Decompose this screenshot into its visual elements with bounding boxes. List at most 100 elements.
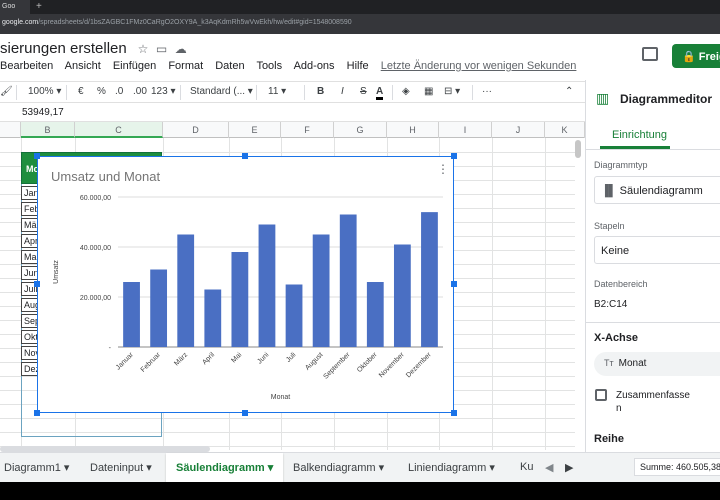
bold-button[interactable]: B: [317, 86, 324, 97]
aggregate-label: Zusammenfasse n: [616, 390, 690, 414]
resize-handle-tr[interactable]: [451, 153, 457, 159]
chart-menu-icon: ⋮: [437, 162, 449, 176]
comment-icon[interactable]: [642, 47, 658, 61]
chart-editor-icon: ▥: [596, 90, 610, 106]
x-tick-label: Mai: [230, 351, 243, 364]
y-tick-label: 20.000,00: [80, 295, 111, 302]
column-header-c[interactable]: C: [75, 122, 163, 138]
new-tab-button[interactable]: +: [36, 1, 42, 12]
x-tick-label: Juni: [256, 351, 270, 365]
x-axis-chip[interactable]: Tт Monat: [594, 352, 720, 376]
column-header-h[interactable]: H: [387, 122, 439, 138]
resize-handle-r[interactable]: [451, 281, 457, 287]
fill-color-icon[interactable]: ◈: [402, 86, 410, 97]
resize-handle-l[interactable]: [34, 281, 40, 287]
scroll-tabs-right-icon[interactable]: ▶: [565, 461, 573, 474]
bar: [123, 282, 140, 347]
resize-handle-t[interactable]: [242, 153, 248, 159]
decrease-decimals-button[interactable]: .0: [115, 86, 123, 97]
bar: [366, 282, 384, 347]
sheet-tab-balkendiagramm[interactable]: Balkendiagramm ▾: [293, 461, 384, 474]
merge-cells-icon[interactable]: ⊟ ▾: [444, 86, 460, 97]
stack-label: Stapeln: [594, 221, 625, 231]
share-button[interactable]: 🔒 Freige: [672, 44, 720, 68]
chart-type-select[interactable]: ▐▌ Säulendiagramm: [594, 176, 720, 204]
embedded-chart[interactable]: Umsatz und Monat ⋮ - 20.000,00 40.000,00 60.0…: [37, 156, 454, 413]
resize-handle-tl[interactable]: [34, 153, 40, 159]
panel-title: Diagrammeditor: [620, 92, 713, 106]
address-bar[interactable]: google.com/spreadsheets/d/1bsZAGBC1FMz0C…: [0, 14, 720, 34]
column-header-i[interactable]: I: [439, 122, 492, 138]
paint-format-icon[interactable]: 🖌: [0, 86, 13, 97]
browser-tab[interactable]: Goo: [0, 0, 30, 14]
increase-decimals-button[interactable]: .00: [133, 86, 147, 97]
menu-data[interactable]: Daten: [215, 60, 244, 72]
bar: [231, 252, 249, 347]
sheet-tab-dateninput[interactable]: Dateninput ▾: [90, 461, 152, 474]
stack-select[interactable]: Keine: [594, 236, 720, 264]
text-color-button[interactable]: A: [376, 86, 384, 100]
text-type-icon: Tт: [604, 358, 619, 368]
font-size-select[interactable]: 11 ▾: [268, 86, 286, 97]
column-header-k[interactable]: K: [545, 122, 585, 138]
column-header-e[interactable]: E: [229, 122, 281, 138]
sheet-tab-saeulendiagramm[interactable]: Säulendiagramm ▾: [166, 453, 284, 483]
last-change-link[interactable]: Letzte Änderung vor wenigen Sekunden: [381, 60, 577, 72]
browser-tab-strip: Goo +: [0, 0, 720, 14]
chart-title: Umsatz und Monat: [51, 169, 160, 184]
sheet-tab-bar: Diagramm1 ▾ Dateninput ▾ Säulendiagramm …: [0, 452, 720, 483]
aggregate-checkbox[interactable]: [595, 389, 607, 401]
vertical-scrollbar-thumb[interactable]: [575, 140, 581, 158]
menu-addons[interactable]: Add-ons: [294, 60, 335, 72]
x-tick-label: September: [322, 351, 352, 381]
tab-setup[interactable]: Einrichtung: [612, 129, 667, 141]
series-label: Reihe: [594, 433, 624, 445]
column-header-g[interactable]: G: [334, 122, 387, 138]
bar: [177, 234, 195, 347]
star-icon[interactable]: ☆: [131, 42, 149, 56]
move-folder-icon[interactable]: ▭: [153, 42, 167, 56]
formula-bar[interactable]: 53949,17: [0, 104, 585, 122]
strikethrough-button[interactable]: S: [360, 86, 367, 97]
vertical-scrollbar-track[interactable]: [575, 138, 585, 450]
data-range-input[interactable]: B2:C14: [594, 299, 627, 310]
percent-button[interactable]: %: [97, 86, 106, 97]
bar: [204, 289, 222, 347]
resize-handle-bl[interactable]: [34, 410, 40, 416]
column-header-b[interactable]: B: [21, 122, 75, 138]
menu-tools[interactable]: Tools: [256, 60, 282, 72]
scroll-tabs-left-icon[interactable]: ◀: [545, 461, 553, 474]
sheet-tab-ku[interactable]: Ku: [520, 461, 533, 473]
zoom-select[interactable]: 100% ▾: [28, 86, 61, 97]
menu-insert[interactable]: Einfügen: [113, 60, 156, 72]
menu-help[interactable]: Hilfe: [347, 60, 369, 72]
y-tick-label: -: [109, 345, 112, 352]
menu-edit[interactable]: Bearbeiten: [0, 60, 53, 72]
borders-icon[interactable]: ▦: [424, 86, 433, 97]
resize-handle-b[interactable]: [242, 410, 248, 416]
bar: [393, 244, 411, 347]
italic-button[interactable]: I: [341, 86, 344, 97]
column-header-d[interactable]: D: [163, 122, 229, 138]
menu-view[interactable]: Ansicht: [65, 60, 101, 72]
font-select[interactable]: Standard (... ▾: [190, 86, 253, 97]
bar: [258, 224, 276, 347]
sum-indicator[interactable]: Summe: 460.505,38: [634, 458, 720, 476]
number-format-select[interactable]: 123 ▾: [151, 86, 176, 97]
sheet-tab-diagramm1[interactable]: Diagramm1 ▾: [4, 461, 69, 474]
document-title[interactable]: sierungen erstellen ☆ ▭ ☁: [0, 40, 187, 57]
select-all-corner[interactable]: [0, 122, 21, 138]
menu-format[interactable]: Format: [168, 60, 203, 72]
column-header-j[interactable]: J: [492, 122, 545, 138]
x-tick-label: Januar: [115, 351, 136, 372]
currency-button[interactable]: €: [78, 86, 84, 97]
chart-type-label: Diagrammtyp: [594, 160, 648, 170]
more-options-icon[interactable]: ···: [482, 86, 492, 97]
column-header-f[interactable]: F: [281, 122, 334, 138]
bar: [150, 269, 168, 347]
collapse-toolbar-icon[interactable]: ⌃: [565, 86, 573, 97]
x-tick-label: Juli: [285, 351, 298, 364]
sheet-tab-liniendiagramm[interactable]: Liniendiagramm ▾: [408, 461, 495, 474]
resize-handle-br[interactable]: [451, 410, 457, 416]
column-headers: B C D E F G H I J K: [0, 122, 585, 138]
